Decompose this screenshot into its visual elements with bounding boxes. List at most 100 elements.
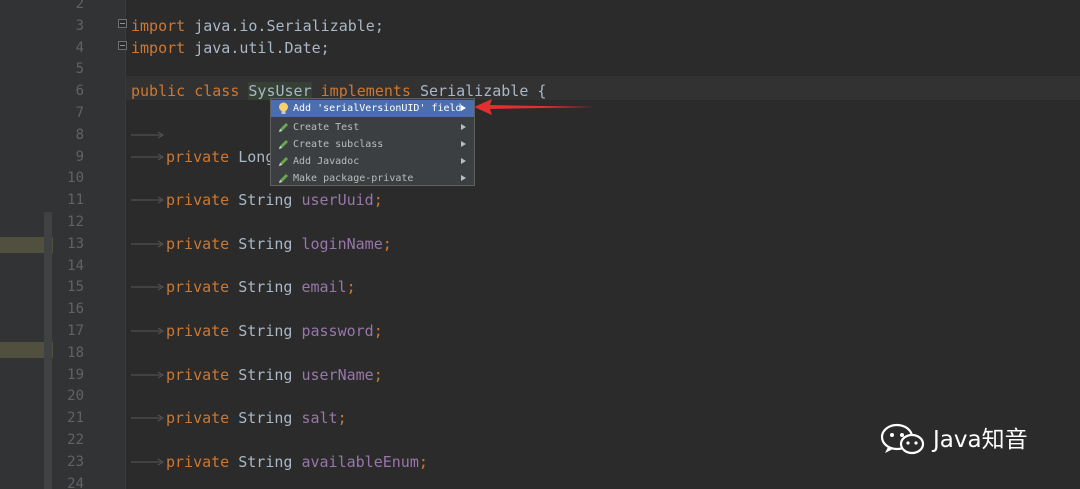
popup-item-label: Add Javadoc <box>293 156 360 167</box>
code-line[interactable]: import java.io.Serializable; <box>131 16 384 36</box>
code-line[interactable]: private Long <box>166 147 274 167</box>
line-number: 6 <box>75 83 84 100</box>
keyword-token: class <box>194 82 240 101</box>
line-number: 19 <box>67 366 84 383</box>
field-name-token: userUuid <box>301 191 374 210</box>
scrollbar[interactable] <box>44 212 52 489</box>
tab-indent-icon <box>131 153 164 161</box>
popup-item-make-package-private[interactable]: Make package-private <box>271 170 474 187</box>
code-line[interactable]: import java.util.Date; <box>131 38 330 58</box>
line-number: 23 <box>67 453 84 470</box>
watermark-text: Java知音 <box>933 427 1028 453</box>
line-number: 16 <box>67 301 84 318</box>
keyword-token: ; <box>346 278 356 297</box>
keyword-token: ; <box>373 191 383 210</box>
line-number: 12 <box>67 214 84 230</box>
keyword-token: ; <box>382 234 392 253</box>
tab-indent-icon <box>131 131 164 139</box>
code-line[interactable]: private String salt; <box>166 408 347 428</box>
fold-toggle-icon[interactable] <box>118 41 127 50</box>
code-line[interactable]: private String availableEnum; <box>166 452 428 472</box>
popup-item-create-test[interactable]: Create Test <box>271 119 474 136</box>
intention-actions-popup: Add 'serialVersionUID' field Create Test C… <box>270 98 475 186</box>
code-line[interactable]: private String userName; <box>166 365 383 385</box>
field-name-token: userName <box>301 365 374 384</box>
line-number: 4 <box>75 39 84 56</box>
lightbulb-icon <box>279 102 288 114</box>
keyword-token: private <box>166 191 230 210</box>
field-name-token: password <box>301 322 374 340</box>
tab-indent-icon <box>131 371 164 379</box>
fold-toggle-icon[interactable] <box>118 19 127 28</box>
field-name-token: salt <box>301 409 338 428</box>
code-token: String <box>229 234 302 253</box>
line-number: 14 <box>67 257 84 274</box>
popup-item-label: Create subclass <box>293 139 384 150</box>
code-token: java.io.Serializable; <box>185 16 384 35</box>
pencil-icon <box>279 140 288 149</box>
keyword-token: private <box>166 409 230 428</box>
pencil-icon <box>279 157 288 166</box>
pencil-icon <box>279 174 288 183</box>
line-number: 3 <box>75 17 84 34</box>
code-token: String <box>229 365 302 384</box>
code-token: String <box>229 278 302 297</box>
line-number: 13 <box>67 235 84 252</box>
popup-item-create-subclass[interactable]: Create subclass <box>271 136 474 153</box>
line-number: 8 <box>75 126 84 143</box>
line-number: 20 <box>67 388 84 405</box>
keyword-token: private <box>166 234 230 253</box>
watermark: Java知音 <box>880 422 1060 458</box>
popup-item-add-javadoc[interactable]: Add Javadoc <box>271 153 474 170</box>
keyword-token: ; <box>373 365 383 384</box>
keyword-token: private <box>166 278 230 297</box>
code-line[interactable]: private String loginName; <box>166 234 392 254</box>
line-number: 22 <box>67 432 84 448</box>
submenu-arrow-icon <box>461 141 466 147</box>
keyword-token: ; <box>373 322 383 340</box>
keyword-token: import <box>131 38 186 57</box>
keyword-token: ; <box>337 409 347 428</box>
submenu-arrow-icon <box>461 124 466 130</box>
line-number: 11 <box>67 192 84 209</box>
keyword-token: import <box>131 16 186 35</box>
tab-indent-icon <box>131 327 164 335</box>
tab-indent-icon <box>131 240 164 248</box>
line-number: 21 <box>67 410 84 427</box>
submenu-arrow-icon <box>461 158 466 164</box>
submenu-arrow-icon <box>461 175 466 181</box>
keyword-token: private <box>166 365 230 384</box>
code-line[interactable]: private String password; <box>166 321 383 341</box>
line-number: 5 <box>75 61 84 78</box>
code-line[interactable]: private String userUuid; <box>166 190 383 210</box>
tab-indent-icon <box>131 283 164 291</box>
line-number: 24 <box>67 475 84 489</box>
keyword-token: private <box>166 147 230 166</box>
field-name-token: loginName <box>301 234 383 253</box>
side-panel-strip <box>0 0 53 489</box>
code-editor[interactable]: 2 3 import java.io.Serializable; 4 import ja… <box>0 0 1080 489</box>
submenu-arrow-icon <box>461 105 466 111</box>
line-number: 2 <box>75 0 84 12</box>
keyword-token: private <box>166 322 230 340</box>
code-token: Long <box>229 147 275 166</box>
code-token: String <box>229 191 302 210</box>
line-number: 10 <box>67 170 84 187</box>
popup-item-add-serialversionuid-field[interactable]: Add 'serialVersionUID' field <box>271 100 474 117</box>
line-number: 17 <box>67 323 84 339</box>
keyword-token: ; <box>418 452 428 471</box>
tab-indent-icon <box>131 196 164 204</box>
keyword-token: public <box>131 82 186 101</box>
annotation-arrow-icon <box>474 99 596 115</box>
tab-indent-icon <box>131 458 164 466</box>
pencil-icon <box>279 123 288 132</box>
popup-item-label: Add 'serialVersionUID' field <box>293 103 462 114</box>
line-number: 9 <box>75 148 84 165</box>
code-token: java.util.Date; <box>185 38 330 57</box>
line-number: 18 <box>67 344 84 361</box>
tab-indent-icon <box>131 414 164 422</box>
popup-item-label: Create Test <box>293 122 360 133</box>
field-name-token: email <box>301 278 347 297</box>
code-line[interactable]: private String email; <box>166 277 356 297</box>
